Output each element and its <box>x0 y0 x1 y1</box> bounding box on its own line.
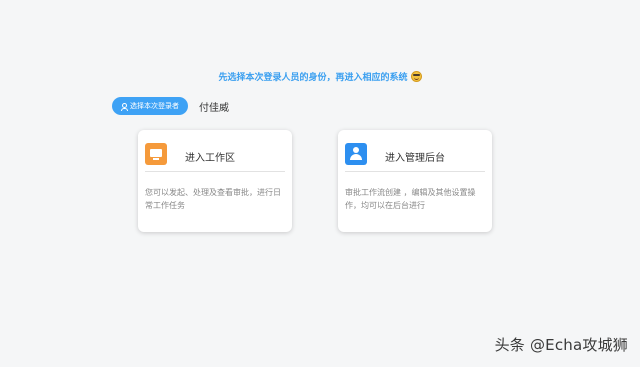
selected-user-name: 付佳威 <box>199 103 229 114</box>
admin-card-title: 进入管理后台 <box>385 153 445 164</box>
workspace-card-title: 进入工作区 <box>185 153 235 164</box>
admin-card-description: 审批工作流创建 ，编辑及其他设置操作，均可以在后台进行 <box>345 188 476 210</box>
watermark: 头条 @Echa攻城狮 <box>494 336 628 354</box>
login-prompt-text: 先选择本次登录人员的身份，再进入相应的系统 <box>218 73 408 83</box>
workspace-card-description: 您可以发起、处理及查看审批，进行日常工作任务 <box>145 188 281 210</box>
enter-workspace-card[interactable]: 进入工作区 您可以发起、处理及查看审批，进行日常工作任务 <box>138 130 292 232</box>
workspace-icon-box <box>145 143 167 165</box>
admin-icon-box <box>345 143 367 165</box>
select-login-user-label: 选择本次登录者 <box>130 102 179 110</box>
monitor-icon <box>150 148 162 160</box>
select-login-user-button[interactable]: 选择本次登录者 <box>112 97 188 115</box>
enter-admin-card[interactable]: 进入管理后台 审批工作流创建 ，编辑及其他设置操作，均可以在后台进行 <box>338 130 492 232</box>
divider <box>145 171 285 172</box>
person-icon <box>350 147 362 161</box>
grin-emoji-icon <box>410 71 422 82</box>
user-icon <box>121 102 128 111</box>
divider <box>345 171 485 172</box>
login-prompt: 先选择本次登录人员的身份，再进入相应的系统 <box>0 70 640 83</box>
